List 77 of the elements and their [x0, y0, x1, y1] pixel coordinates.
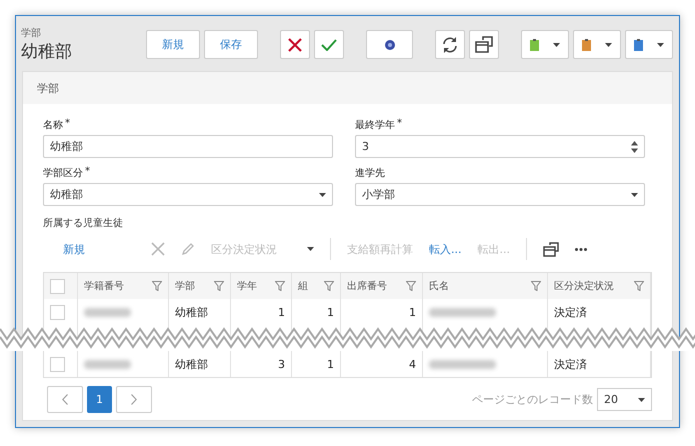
clipboard-dropdown[interactable] — [573, 30, 621, 59]
required-mark: * — [85, 166, 90, 179]
table-cell: 1 — [327, 358, 334, 370]
column-header: 学部 — [169, 273, 231, 299]
table-cell: 3 — [278, 358, 285, 370]
table-cell: 1 — [327, 306, 334, 318]
toolbar-link[interactable]: 新規 — [55, 242, 93, 256]
field-label: 名称 — [43, 119, 63, 132]
table-cell: 1 — [278, 306, 285, 318]
new-button[interactable]: 新規 — [146, 30, 200, 59]
filter-icon — [275, 281, 285, 291]
select-all-checkbox[interactable] — [50, 278, 65, 294]
row-checkbox[interactable] — [50, 304, 65, 320]
popout-button[interactable] — [469, 30, 499, 59]
next-page-button[interactable] — [116, 386, 152, 413]
column-header: 区分決定状況 — [548, 273, 651, 299]
refresh-icon — [441, 36, 459, 54]
select-field[interactable]: 小学部 — [355, 183, 645, 206]
field-label: 進学先 — [355, 166, 385, 180]
field-label: 学部区分 — [43, 166, 83, 180]
page-size-select[interactable]: 20 — [597, 388, 652, 411]
page-size-label: ページごとのレコード数 — [472, 392, 593, 407]
column-header: 出席番号 — [341, 273, 423, 299]
column-header: 学籍番号 — [78, 273, 169, 299]
window-icon — [475, 36, 493, 53]
clipboard-dropdown[interactable] — [625, 30, 673, 59]
caret-icon — [307, 247, 314, 251]
close-icon — [288, 38, 302, 52]
section-title: 学部 — [37, 80, 59, 96]
close-icon — [151, 242, 165, 256]
text-field[interactable]: 幼稚部 — [43, 135, 333, 158]
required-mark: * — [65, 118, 70, 131]
select-field[interactable]: 幼稚部 — [43, 183, 333, 206]
filter-icon — [324, 281, 334, 291]
filter-icon — [214, 281, 224, 291]
caret-icon — [638, 398, 645, 402]
toolbar-link[interactable]: 転入... — [421, 242, 470, 256]
row-checkbox[interactable] — [50, 356, 65, 372]
column-header: 組 — [292, 273, 341, 299]
caret-icon — [631, 192, 638, 196]
table-cell: 幼稚部 — [175, 304, 208, 320]
required-mark: * — [397, 118, 402, 131]
checkmark-icon — [321, 38, 337, 50]
clipboard-dropdown[interactable] — [521, 30, 569, 59]
chevron-left-icon — [62, 394, 68, 405]
caret-icon — [605, 42, 612, 46]
subsection-title: 所属する児童生徒 — [43, 216, 123, 230]
filter-icon — [634, 281, 644, 291]
spinner-icon — [631, 140, 638, 152]
filter-icon — [406, 281, 416, 291]
pencil-icon — [181, 242, 195, 256]
cancel-button[interactable] — [280, 30, 310, 59]
page-caption: 学部 — [21, 26, 41, 40]
field-label: 最終学年 — [355, 119, 395, 132]
help-button[interactable] — [366, 30, 413, 59]
column-header: 学年 — [231, 273, 292, 299]
number-field[interactable]: 3 — [355, 135, 645, 158]
previous-page-button[interactable] — [47, 386, 83, 413]
save-button[interactable]: 保存 — [204, 30, 258, 59]
confirm-button[interactable] — [314, 30, 344, 59]
more-icon — [575, 248, 587, 250]
caret-icon — [657, 42, 664, 46]
caret-icon — [553, 42, 560, 46]
table-cell: 決定済 — [554, 304, 587, 320]
window-icon — [543, 242, 559, 256]
filter-icon — [531, 281, 541, 291]
refresh-button[interactable] — [435, 30, 465, 59]
table-cell: 決定済 — [554, 356, 587, 372]
filter-icon — [152, 281, 162, 291]
chevron-right-icon — [131, 394, 137, 405]
table-cell: 1 — [409, 306, 416, 318]
column-header: 氏名 — [423, 273, 548, 299]
page-title: 幼稚部 — [21, 41, 72, 63]
page-button[interactable]: 1 — [87, 386, 112, 413]
table-cell: 4 — [409, 358, 416, 370]
caret-icon — [319, 192, 326, 196]
table-cell: 幼稚部 — [175, 356, 208, 372]
